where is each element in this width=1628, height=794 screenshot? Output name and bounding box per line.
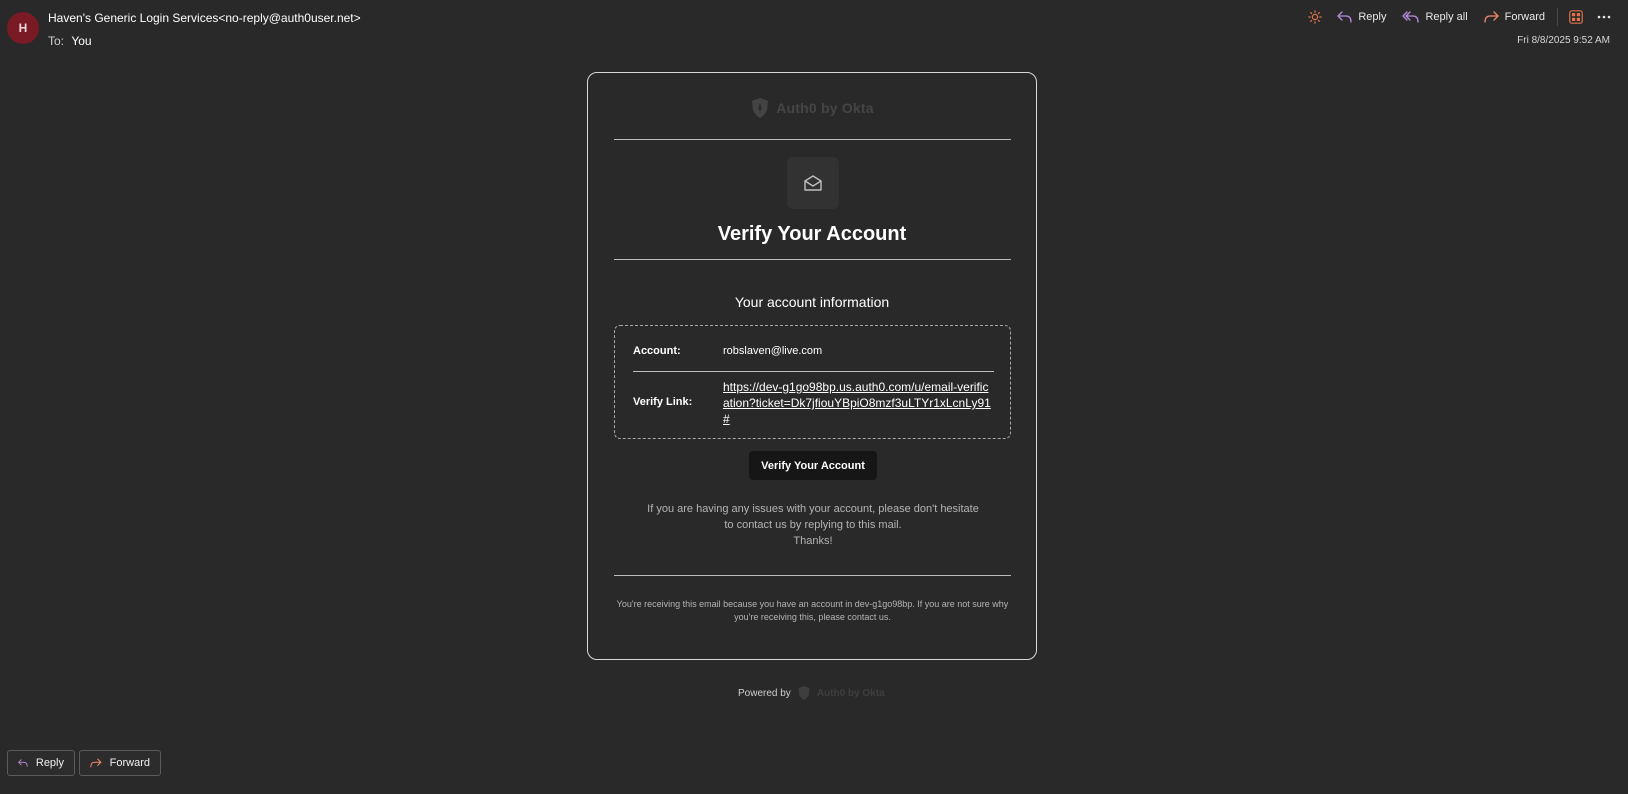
- verify-link[interactable]: https://dev-g1go98bp.us.auth0.com/u/emai…: [723, 379, 993, 427]
- reply-all-icon: [1402, 11, 1420, 23]
- recipient-name[interactable]: You: [71, 34, 91, 48]
- email-card: Auth0 by Okta Verify Your Account Your a…: [587, 72, 1037, 660]
- reply-all-button[interactable]: Reply all: [1396, 6, 1473, 28]
- account-label: Account:: [633, 345, 681, 357]
- to-label: To:: [48, 34, 65, 48]
- shield-logo-icon: [752, 98, 769, 118]
- account-email: robslaven@live.com: [723, 345, 823, 357]
- info-divider: [633, 371, 994, 372]
- bottom-reply-label: Reply: [35, 757, 64, 769]
- brand-logo: Auth0 by Okta: [588, 97, 1036, 119]
- email-title: Verify Your Account: [717, 223, 907, 245]
- brand-logo-text: Auth0 by Okta: [776, 100, 874, 116]
- help-line: to contact us by replying to this mail.: [724, 519, 902, 531]
- recipient-line: To: You: [48, 34, 92, 48]
- message-date: Fri 8/8/2025 9:52 AM: [1517, 35, 1610, 46]
- divider: [614, 575, 1011, 576]
- verify-account-button[interactable]: Verify Your Account: [749, 451, 877, 480]
- account-info-box: Account: robslaven@live.com Verify Link:…: [614, 325, 1011, 439]
- help-text: If you are having any issues with your a…: [628, 501, 998, 549]
- reply-button[interactable]: Reply: [1331, 6, 1392, 28]
- apps-icon[interactable]: [1564, 6, 1588, 28]
- more-icon[interactable]: [1592, 6, 1616, 28]
- message-toolbar: Reply Reply all Forward: [1303, 6, 1616, 28]
- sun-icon[interactable]: [1303, 6, 1327, 28]
- info-heading: Your account information: [734, 294, 890, 310]
- help-line: If you are having any issues with your a…: [647, 503, 979, 515]
- thanks-line: Thanks!: [793, 535, 833, 547]
- bottom-reply-button[interactable]: Reply: [7, 750, 75, 776]
- verify-link-label: Verify Link:: [633, 396, 693, 408]
- bottom-forward-label: Forward: [109, 757, 150, 769]
- reply-icon: [1337, 11, 1352, 23]
- reply-all-label: Reply all: [1425, 11, 1468, 23]
- reply-label: Reply: [1358, 11, 1387, 23]
- forward-icon: [1484, 11, 1499, 23]
- reply-icon: [18, 759, 28, 767]
- message-header: H Haven's Generic Login Services<no-repl…: [0, 0, 1628, 56]
- powered-by-logo-text: Auth0 by Okta: [816, 687, 885, 699]
- toolbar-divider: [1557, 8, 1558, 26]
- divider: [614, 139, 1011, 140]
- sender-avatar[interactable]: H: [7, 12, 39, 44]
- envelope-open-icon: [787, 157, 839, 209]
- divider: [614, 259, 1011, 260]
- sender-name[interactable]: Haven's Generic Login Services<no-reply@…: [48, 11, 361, 25]
- footer-notice: You're receiving this email because you …: [616, 599, 1009, 622]
- bottom-forward-button[interactable]: Forward: [79, 750, 161, 776]
- powered-by: Powered by Auth0 by Okta: [738, 684, 885, 702]
- forward-label: Forward: [1504, 11, 1545, 23]
- powered-by-label: Powered by: [738, 687, 791, 699]
- forward-icon: [90, 758, 102, 768]
- forward-button[interactable]: Forward: [1478, 6, 1551, 28]
- shield-logo-icon: [798, 686, 810, 700]
